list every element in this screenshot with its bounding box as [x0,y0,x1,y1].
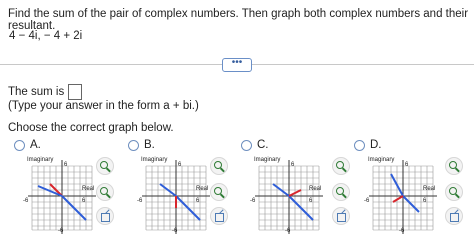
choose-instruction: Choose the correct graph below. [8,122,174,134]
complex-pair: 4 − 4i, − 4 + 2i [9,30,83,42]
tick-pos-label: 6 [405,162,409,168]
option-b[interactable]: B. [128,139,155,151]
tick-pos-label: 6 [291,162,295,168]
graph-c-plot [255,160,323,234]
imaginary-label: Imaginary [141,157,168,163]
tick-neg-label: -6 [172,228,178,234]
graph-d: Imaginary Real 6 -6 6 -6 [363,156,443,243]
zoom-in-icon[interactable] [210,157,228,175]
graph-a: Imaginary Real 6 -6 6 -6 [22,156,102,243]
tick-neg-label: -6 [58,228,64,234]
real-label: Real [196,186,209,192]
zoom-out-icon[interactable] [445,183,463,201]
radio-c[interactable] [241,139,252,151]
open-external-icon[interactable] [96,207,114,225]
option-c-label: C. [257,139,269,151]
imaginary-label: Imaginary [368,157,395,163]
zoom-out-icon[interactable] [210,183,228,201]
tick-neg-label: -6 [285,228,291,234]
tick-neg-label: -6 [399,228,405,234]
more-button[interactable]: ••• [222,58,252,72]
tick-pos-label: 6 [309,198,313,204]
option-a[interactable]: A. [14,139,41,151]
tick-neg-label: -6 [137,198,143,204]
radio-a[interactable] [14,139,25,151]
option-a-label: A. [30,139,41,151]
real-label: Real [82,186,95,192]
graph-d-plot [369,160,437,234]
zoom-in-icon[interactable] [445,157,463,175]
option-d[interactable]: D. [354,139,382,151]
option-b-label: B. [144,139,155,151]
tick-pos-label: 6 [196,198,200,204]
tick-neg-label: -6 [23,198,29,204]
tick-neg-label: -6 [250,198,256,204]
option-c[interactable]: C. [241,139,269,151]
open-external-icon[interactable] [210,207,228,225]
option-d-label: D. [370,139,382,151]
radio-d[interactable] [354,139,365,151]
sum-row: The sum is [8,84,83,100]
sum-label: The sum is [8,86,65,98]
real-label: Real [309,186,322,192]
open-external-icon[interactable] [332,207,350,225]
tick-pos-label: 6 [178,162,182,168]
graph-a-plot [28,160,96,234]
zoom-out-icon[interactable] [332,183,350,201]
graph-b-plot [142,160,210,234]
tick-neg-label: -6 [364,198,370,204]
real-label: Real [423,186,436,192]
imaginary-label: Imaginary [27,157,54,163]
tick-pos-label: 6 [423,198,427,204]
zoom-in-icon[interactable] [332,157,350,175]
question-text: Find the sum of the pair of complex numb… [8,8,469,32]
format-hint: (Type your answer in the form a + bi.) [8,100,199,112]
zoom-in-icon[interactable] [96,157,114,175]
tick-pos-label: 6 [64,162,68,168]
graph-c: Imaginary Real 6 -6 6 -6 [249,156,329,243]
zoom-out-icon[interactable] [96,183,114,201]
sum-answer-input[interactable] [68,84,83,100]
open-external-icon[interactable] [445,207,463,225]
radio-b[interactable] [128,139,139,151]
tick-pos-label: 6 [82,198,86,204]
imaginary-label: Imaginary [254,157,281,163]
graph-b: Imaginary Real 6 -6 6 -6 [136,156,216,243]
